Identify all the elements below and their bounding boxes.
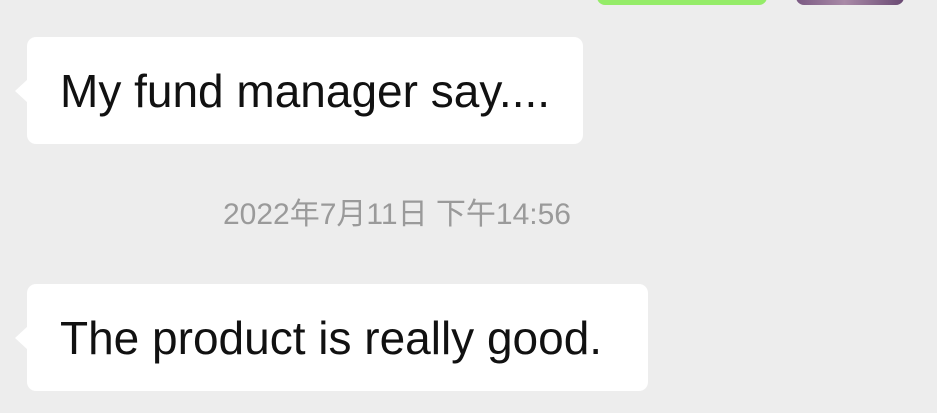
received-message-bubble[interactable]: The product is really good. [15, 284, 648, 391]
message-text: My fund manager say.... [60, 64, 551, 117]
received-message-bubble[interactable]: My fund manager say.... [15, 37, 583, 144]
chat-message-list[interactable]: My fund manager say.... 2022年7月11日 下午14:… [0, 0, 937, 413]
message-timestamp: 2022年7月11日 下午14:56 [223, 198, 571, 231]
message-text: The product is really good. [60, 311, 603, 364]
sent-message-bubble[interactable] [597, 0, 767, 5]
avatar[interactable] [796, 0, 904, 5]
